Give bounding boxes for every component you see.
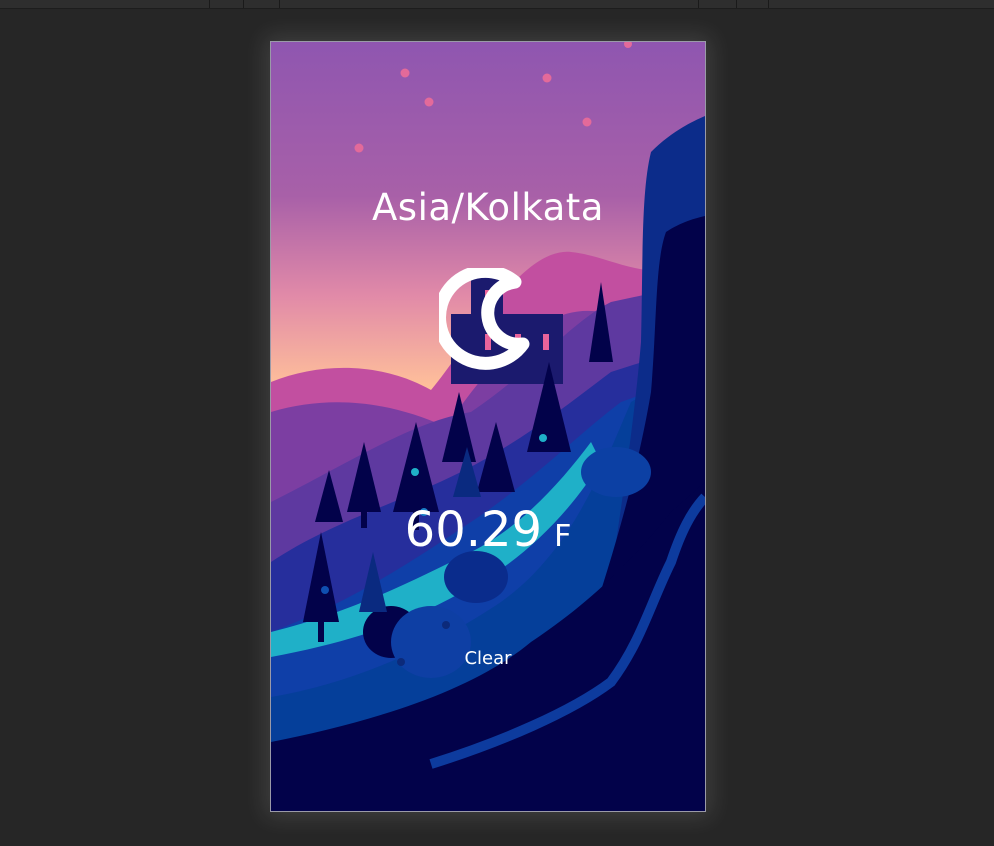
weather-condition: Clear	[464, 648, 512, 669]
temperature-unit: F	[554, 519, 572, 554]
city-name: Asia/Kolkata	[372, 186, 604, 229]
temperature-value: 60.29	[404, 502, 543, 558]
night-landscape-background	[271, 42, 705, 811]
weather-app-screen: Asia/Kolkata 60.29 F Clear	[270, 41, 706, 812]
temperature-display: 60.29 F	[271, 502, 705, 558]
editor-top-bar	[0, 0, 994, 9]
moon-icon	[439, 268, 530, 370]
